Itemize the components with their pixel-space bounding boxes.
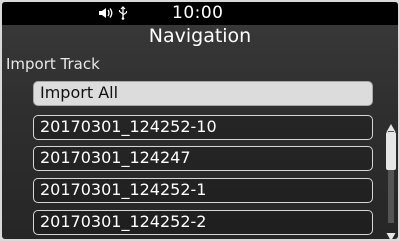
volume-icon	[98, 5, 114, 24]
list-item-label: Import All	[40, 83, 119, 102]
scroll-up-arrow-icon[interactable]	[386, 118, 396, 132]
list-item[interactable]: 20170301_124252-2	[33, 210, 373, 235]
list-item-label: 20170301_124247	[40, 148, 191, 167]
navigation-screen: 10:00 Navigation Import Track Import All…	[2, 2, 398, 239]
list-item-label: 20170301_124252-2	[40, 212, 207, 231]
list-item-label: 20170301_124252-1	[40, 180, 207, 199]
status-icons	[98, 5, 128, 24]
list-item[interactable]: 20170301_124247	[33, 146, 373, 171]
usb-icon	[118, 5, 128, 24]
status-bar: 10:00	[2, 2, 398, 25]
list-item[interactable]: 20170301_124252-1	[33, 178, 373, 203]
scroll-down-arrow-icon[interactable]	[386, 227, 396, 239]
clock: 10:00	[172, 3, 224, 23]
list-item[interactable]: 20170301_124252-10	[33, 115, 373, 140]
section-label: Import Track	[6, 55, 100, 73]
page-title: Navigation	[148, 25, 252, 47]
scrollbar[interactable]	[384, 117, 397, 239]
scroll-thumb[interactable]	[386, 132, 396, 170]
list-item-import-all[interactable]: Import All	[33, 81, 373, 106]
list-item-label: 20170301_124252-10	[40, 117, 217, 136]
